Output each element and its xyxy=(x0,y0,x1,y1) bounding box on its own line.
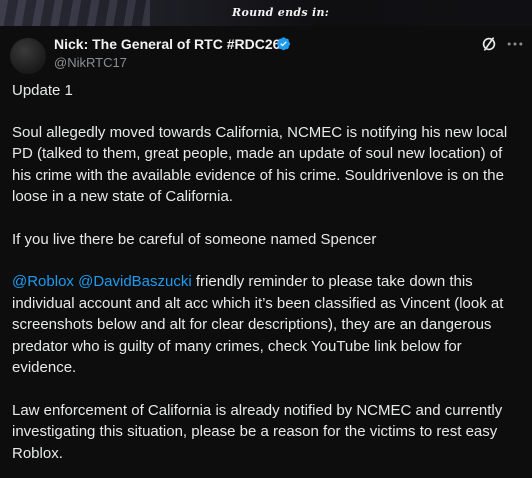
avatar[interactable] xyxy=(10,38,46,74)
tweet-paragraph-reminder: @Roblox @DavidBaszucki friendly reminder… xyxy=(12,271,524,379)
grok-icon[interactable] xyxy=(479,34,499,54)
tweet-card: Nick: The General of RTC #RDC26 @NikRTC1… xyxy=(0,26,532,478)
tweet-paragraph-location: Soul allegedly moved towards California,… xyxy=(12,123,508,206)
tweet-body: Update 1 Soul allegedly moved towards Ca… xyxy=(12,80,524,464)
banner-decoration xyxy=(0,0,150,26)
more-options-icon[interactable] xyxy=(505,34,525,54)
game-banner: Round ends in: xyxy=(0,0,532,26)
tweet-paragraph-update: Update 1 xyxy=(12,82,73,99)
round-ends-label: Round ends in: xyxy=(232,6,330,19)
user-handle[interactable]: @NikRTC17 xyxy=(54,55,127,70)
tweet-paragraph-warning: If you live there be careful of someone … xyxy=(12,230,377,248)
verified-badge-icon xyxy=(277,37,291,51)
mention-davidbaszucki-link[interactable]: @DavidBaszucki xyxy=(78,273,192,290)
display-name[interactable]: Nick: The General of RTC #RDC26 xyxy=(54,36,280,52)
tweet-paragraph-law-enforcement: Law enforcement of California is already… xyxy=(12,401,503,462)
mention-roblox-link[interactable]: @Roblox xyxy=(12,273,74,290)
